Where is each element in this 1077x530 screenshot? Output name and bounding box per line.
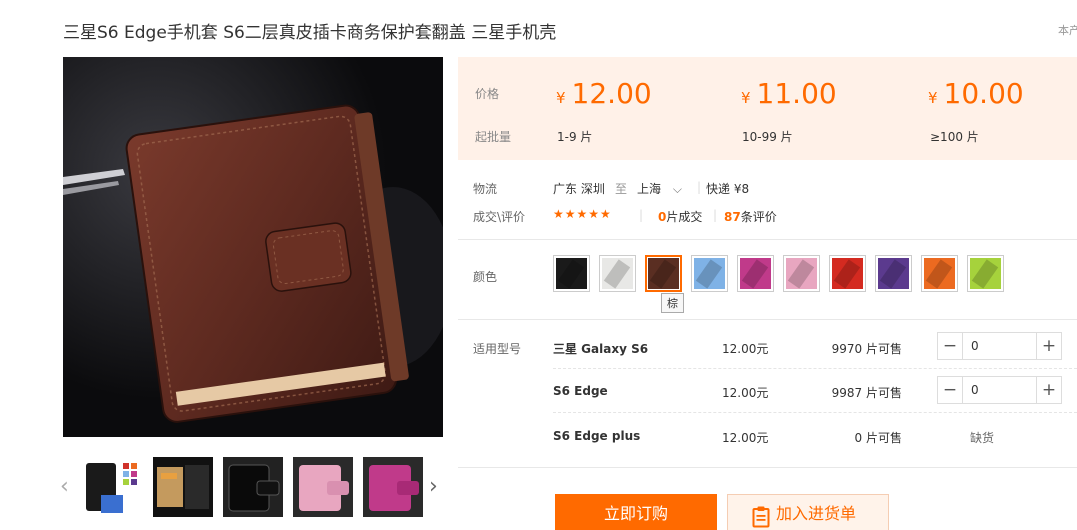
swatch-black[interactable]: [553, 255, 590, 292]
tier-price-2: ¥11.00: [741, 77, 837, 110]
minus-icon[interactable]: −: [938, 377, 962, 403]
tier-qty-1: 1-9 片: [557, 130, 593, 144]
color-label: 颜色: [473, 270, 498, 284]
add-to-cart-label: 加入进货单: [776, 504, 857, 523]
thumb-prev-arrow-icon[interactable]: ‹: [60, 476, 69, 498]
out-of-stock-label: 缺货: [970, 431, 995, 445]
sku-stock: 0 片可售: [854, 431, 902, 445]
wallet-case-illustration: [63, 57, 443, 437]
swatch-rose[interactable]: [737, 255, 774, 292]
sku-price: 12.00元: [722, 386, 769, 400]
thumbnail-strip: [83, 457, 423, 517]
quantity-stepper: − 0 +: [937, 332, 1062, 360]
reviews-count[interactable]: 87条评价: [724, 208, 777, 225]
swatch-brown[interactable]: [645, 255, 682, 292]
tier-price-3: ¥10.00: [928, 77, 1024, 110]
thumb-next-arrow-icon[interactable]: ›: [429, 476, 438, 498]
row-divider: [553, 368, 1077, 369]
main-product-image[interactable]: [63, 57, 443, 437]
divider: [458, 467, 1077, 468]
sku-name: 三星 Galaxy S6: [553, 342, 649, 356]
sku-name: S6 Edge: [553, 384, 608, 398]
separator: |: [713, 208, 718, 222]
plus-icon[interactable]: +: [1037, 333, 1061, 359]
swatch-red[interactable]: [829, 255, 866, 292]
quantity-input[interactable]: 0: [962, 377, 1037, 403]
deals-label: 成交\评价: [473, 210, 526, 224]
chevron-down-icon: ⌵: [672, 182, 682, 196]
thumbnail-1[interactable]: [83, 457, 143, 517]
add-to-cart-button[interactable]: 加入进货单: [727, 494, 889, 530]
thumbnail-5[interactable]: [363, 457, 423, 517]
moq-label: 起批量: [475, 130, 512, 144]
ship-to-word: 至: [615, 182, 628, 196]
separator: |: [697, 180, 702, 194]
minus-icon[interactable]: −: [938, 333, 962, 359]
sku-price: 12.00元: [722, 342, 769, 356]
swatch-green[interactable]: [967, 255, 1004, 292]
plus-icon[interactable]: +: [1037, 377, 1061, 403]
tier-price-1: ¥12.00: [556, 77, 652, 110]
divider: [458, 239, 1077, 240]
separator: |: [639, 208, 644, 222]
models-label: 适用型号: [473, 342, 522, 356]
sku-price: 12.00元: [722, 431, 769, 445]
quantity-stepper: − 0 +: [937, 376, 1062, 404]
color-tooltip: 棕: [661, 293, 684, 313]
swatch-white[interactable]: [599, 255, 636, 292]
price-panel: 价格 起批量 ¥12.00 ¥11.00 ¥10.00 1-9 片 10-99 …: [458, 57, 1077, 160]
quantity-input[interactable]: 0: [962, 333, 1037, 359]
rating-stars: ★★★★★: [553, 207, 612, 221]
thumbnail-3[interactable]: [223, 457, 283, 517]
sku-stock: 9970 片可售: [831, 342, 902, 356]
thumbnail-2[interactable]: [153, 457, 213, 517]
tier-qty-3: ≥100 片: [930, 130, 979, 144]
buy-now-button[interactable]: 立即订购: [555, 494, 717, 530]
swatch-purple[interactable]: [875, 255, 912, 292]
ship-to-select[interactable]: 上海 ⌵: [637, 180, 682, 197]
deals-count[interactable]: 0片成交: [658, 208, 702, 225]
swatch-pink[interactable]: [783, 255, 820, 292]
swatch-blue[interactable]: [691, 255, 728, 292]
sku-stock: 9987 片可售: [831, 386, 902, 400]
shipping-fee: 快递 ¥8: [706, 182, 750, 196]
logistics-label: 物流: [473, 182, 498, 196]
sku-name: S6 Edge plus: [553, 429, 641, 443]
clipboard-icon: [752, 504, 770, 530]
divider: [458, 319, 1077, 320]
ship-from: 广东 深圳: [553, 182, 605, 196]
color-swatches: [553, 255, 1004, 292]
product-title: 三星S6 Edge手机套 S6二层真皮插卡商务保护套翻盖 三星手机壳: [63, 23, 557, 43]
corner-text[interactable]: 本产: [1058, 22, 1077, 38]
tier-qty-2: 10-99 片: [742, 130, 793, 144]
swatch-orange[interactable]: [921, 255, 958, 292]
ship-to-value: 上海: [637, 182, 662, 196]
row-divider: [553, 412, 1077, 413]
price-label: 价格: [475, 87, 500, 101]
thumbnail-4[interactable]: [293, 457, 353, 517]
